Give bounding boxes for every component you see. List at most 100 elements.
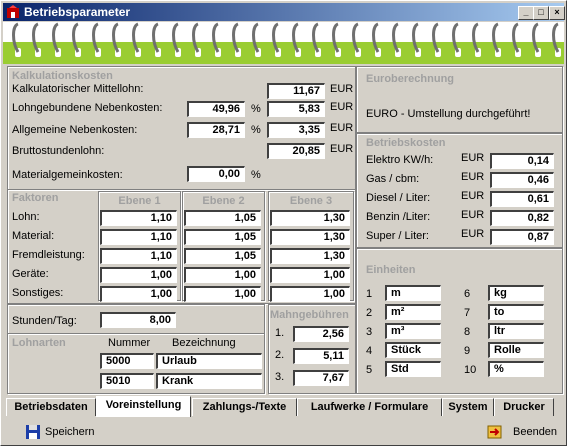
allgemeine-percent-field[interactable]: 28,71 xyxy=(187,122,245,138)
faktor-ebene-1-field[interactable]: 1,10 xyxy=(100,248,177,264)
spiral-binding-decoration xyxy=(3,22,564,64)
betriebskosten-label: Elektro KW/h: xyxy=(366,154,434,166)
betriebskosten-unit: EUR xyxy=(461,228,485,240)
lohnarten-bezeichnung-header: Bezeichnung xyxy=(172,337,236,349)
betriebskosten-field[interactable]: 0,14 xyxy=(490,153,554,169)
lohnart-2-nummer-field[interactable]: 5010 xyxy=(100,373,154,389)
euro-status-text: EURO - Umstellung durchgeführt! xyxy=(366,108,531,120)
betriebskosten-unit: EUR xyxy=(461,209,485,221)
faktor-label: Material: xyxy=(12,230,55,242)
window-title: Betriebsparameter xyxy=(24,5,131,19)
einheit-number: 5 xyxy=(366,364,373,376)
faktor-label: Geräte: xyxy=(12,268,49,280)
einheit-field[interactable]: Stück xyxy=(385,342,441,358)
faktor-ebene-1-field[interactable]: 1,00 xyxy=(100,267,177,283)
faktor-ebene-2-field[interactable]: 1,05 xyxy=(184,248,261,264)
betriebskosten-field[interactable]: 0,46 xyxy=(490,172,554,188)
faktor-label: Sonstiges: xyxy=(12,287,64,299)
faktor-ebene-1-field[interactable]: 1,00 xyxy=(100,286,177,302)
bruttostundenlohn-field[interactable]: 20,85 xyxy=(267,143,325,159)
faktor-ebene-3-field[interactable]: 1,30 xyxy=(270,229,350,245)
lohnneben-percent-field[interactable]: 49,96 xyxy=(187,101,245,117)
allgemeine-percent-sign: % xyxy=(251,124,261,136)
tab-drucker[interactable]: Drucker xyxy=(494,398,554,416)
materialgemeinkosten-field[interactable]: 0,00 xyxy=(187,166,245,182)
lohnarten-nummer-header: Nummer xyxy=(108,337,151,349)
tab-system[interactable]: System xyxy=(442,398,494,416)
save-button-label: Speichern xyxy=(45,426,95,438)
faktor-ebene-3-field[interactable]: 1,30 xyxy=(270,248,350,264)
mittellohn-field[interactable]: 11,67 xyxy=(267,83,325,99)
materialgemeinkosten-label: Materialgemeinkosten: xyxy=(12,169,123,181)
stunden-field[interactable]: 8,00 xyxy=(100,312,176,328)
einheit-field[interactable]: kg xyxy=(488,285,544,301)
faktor-ebene-2-field[interactable]: 1,05 xyxy=(184,229,261,245)
einheit-field[interactable]: ltr xyxy=(488,323,544,339)
faktor-ebene-3-field[interactable]: 1,30 xyxy=(270,210,350,226)
mittellohn-label: Kalkulatorischer Mittellohn: xyxy=(12,83,144,95)
faktor-ebene-3-field[interactable]: 1,00 xyxy=(270,267,350,283)
allgemeine-eur-field[interactable]: 3,35 xyxy=(267,122,325,138)
lohnneben-label: Lohngebundene Nebenkosten: xyxy=(12,102,163,114)
einheit-field[interactable]: m² xyxy=(385,304,441,320)
bruttostundenlohn-label: Bruttostundenlohn: xyxy=(12,145,105,157)
tab-zahlungs-texte[interactable]: Zahlungs-/Texte xyxy=(192,398,297,416)
faktor-ebene-2-field[interactable]: 1,00 xyxy=(184,286,261,302)
einheit-number: 2 xyxy=(366,307,373,319)
tab-betriebsdaten[interactable]: Betriebsdaten xyxy=(6,398,96,416)
maximize-button[interactable]: □ xyxy=(533,6,549,20)
faktor-ebene-3-field[interactable]: 1,00 xyxy=(270,286,350,302)
lohnart-1-nummer-field[interactable]: 5000 xyxy=(100,353,154,369)
lohnneben-percent-sign: % xyxy=(251,103,261,115)
minimize-button[interactable]: _ xyxy=(518,6,534,20)
ebene-1-heading: Ebene 1 xyxy=(118,195,161,207)
window: Betriebsparameter _ □ × Kalkulationskost… xyxy=(0,0,567,446)
exit-door-icon xyxy=(487,425,502,439)
einheit-number: 4 xyxy=(366,345,373,357)
lohnart-2-bezeichnung-field[interactable]: Krank xyxy=(156,373,262,389)
einheiten-heading: Einheiten xyxy=(366,264,416,276)
tab-laufwerke-formulare[interactable]: Laufwerke / Formulare xyxy=(297,398,442,416)
mahnstufe-label: 2. xyxy=(275,349,285,361)
betriebskosten-field[interactable]: 0,82 xyxy=(490,210,554,226)
faktor-ebene-1-field[interactable]: 1,10 xyxy=(100,229,177,245)
main-panel: Kalkulationskosten Kalkulatorischer Mitt… xyxy=(3,64,564,394)
faktor-label: Fremdleistung: xyxy=(12,249,85,261)
faktor-ebene-2-field[interactable]: 1,05 xyxy=(184,210,261,226)
mahngebuehr-field[interactable]: 5,11 xyxy=(293,348,349,364)
ebene-2-group xyxy=(182,191,265,301)
einheit-field[interactable]: Std xyxy=(385,361,441,377)
mahngebuehren-heading: Mahngebühren xyxy=(270,309,349,321)
faktor-label: Lohn: xyxy=(12,211,40,223)
lohnneben-unit: EUR xyxy=(330,101,354,113)
mittellohn-unit: EUR xyxy=(330,83,354,95)
lohnart-1-bezeichnung-field[interactable]: Urlaub xyxy=(156,353,262,369)
einheit-field[interactable]: % xyxy=(488,361,544,377)
einheit-number: 10 xyxy=(464,364,477,376)
app-icon xyxy=(7,5,19,18)
betriebskosten-field[interactable]: 0,61 xyxy=(490,191,554,207)
einheit-field[interactable]: m³ xyxy=(385,323,441,339)
betriebskosten-field[interactable]: 0,87 xyxy=(490,229,554,245)
close-button[interactable]: × xyxy=(549,6,565,20)
einheit-field[interactable]: m xyxy=(385,285,441,301)
stunden-label: Stunden/Tag: xyxy=(12,315,77,327)
allgemeine-nebenkosten-label: Allgemeine Nebenkosten: xyxy=(12,124,138,136)
faktor-ebene-2-field[interactable]: 1,00 xyxy=(184,267,261,283)
floppy-disk-icon xyxy=(26,425,40,439)
einheit-field[interactable]: to xyxy=(488,304,544,320)
einheit-number: 1 xyxy=(366,288,373,300)
exit-button[interactable]: Beenden xyxy=(487,422,562,442)
betriebskosten-label: Super / Liter: xyxy=(366,230,429,242)
mahngebuehr-field[interactable]: 2,56 xyxy=(293,326,349,342)
save-button[interactable]: Speichern xyxy=(25,422,105,442)
einheit-field[interactable]: Rolle xyxy=(488,342,544,358)
title-bar[interactable]: Betriebsparameter _ □ × xyxy=(3,3,565,21)
ebene-2-heading: Ebene 2 xyxy=(202,195,245,207)
mahngebuehr-field[interactable]: 7,67 xyxy=(293,370,349,386)
tab-voreinstellung[interactable]: Voreinstellung xyxy=(96,396,191,417)
betriebskosten-unit: EUR xyxy=(461,152,485,164)
mahnstufe-label: 1. xyxy=(275,327,285,339)
faktor-ebene-1-field[interactable]: 1,10 xyxy=(100,210,177,226)
lohnneben-eur-field[interactable]: 5,83 xyxy=(267,101,325,117)
